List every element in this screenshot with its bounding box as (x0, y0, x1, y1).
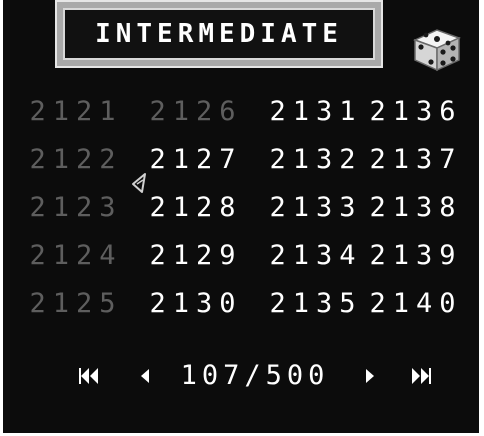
double-right-arrow-icon[interactable] (407, 364, 433, 388)
double-left-arrow-icon[interactable] (77, 364, 103, 388)
puzzle-cell[interactable]: 2123 (17, 188, 135, 228)
puzzle-cell[interactable]: 2122 (17, 140, 135, 180)
puzzle-cell[interactable]: 2124 (17, 236, 135, 276)
puzzle-cell[interactable]: 2125 (17, 284, 135, 324)
difficulty-title: INTERMEDIATE (63, 8, 375, 60)
pointer-cursor-icon (132, 173, 146, 193)
puzzle-cell[interactable]: 2136 (357, 92, 475, 132)
difficulty-banner: INTERMEDIATE (55, 0, 383, 68)
puzzle-cell[interactable]: 2140 (357, 284, 475, 324)
dice-icon[interactable] (407, 26, 465, 74)
puzzle-cell[interactable]: 2127 (137, 140, 255, 180)
puzzle-cell[interactable]: 2138 (357, 188, 475, 228)
left-arrow-icon[interactable] (133, 364, 159, 388)
puzzle-cell[interactable]: 2137 (357, 140, 475, 180)
level-select-screen: INTERMEDIATE 2121 2122 2123 2124 2125 21… (3, 0, 479, 433)
puzzle-cell[interactable]: 2129 (137, 236, 255, 276)
puzzle-cell[interactable]: 2139 (357, 236, 475, 276)
puzzle-cell[interactable]: 2121 (17, 92, 135, 132)
right-arrow-icon[interactable] (357, 364, 383, 388)
puzzle-cell[interactable]: 2128 (137, 188, 255, 228)
puzzle-cell[interactable]: 2130 (137, 284, 255, 324)
puzzle-cell[interactable]: 2126 (137, 92, 255, 132)
pagination-bar: 107/500 (3, 356, 479, 396)
page-indicator: 107/500 (180, 360, 330, 391)
